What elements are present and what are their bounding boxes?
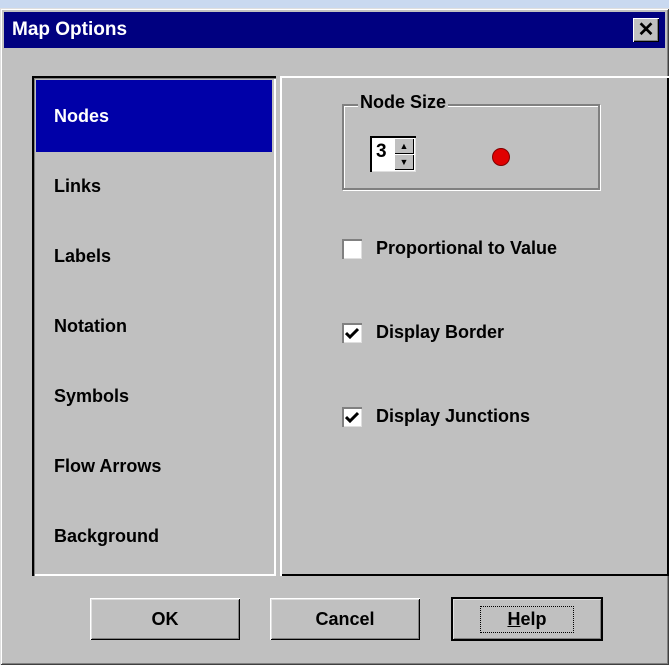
close-icon: ✕ [637, 19, 655, 41]
sidebar-item-background[interactable]: Background [36, 500, 272, 572]
close-button[interactable]: ✕ [633, 18, 659, 42]
help-button-label: elp [520, 608, 547, 629]
display-border-checkbox[interactable] [342, 322, 362, 343]
title-bar: Map Options ✕ [4, 12, 665, 48]
sidebar-item-label: Flow Arrows [54, 455, 162, 476]
help-button[interactable]: Help [451, 597, 603, 641]
nodes-options-panel: Node Size 3 ▲ ▼ Proportional to Value Di… [280, 76, 669, 576]
node-preview-swatch [492, 148, 510, 166]
display-junctions-checkbox[interactable] [342, 406, 362, 427]
dialog-title: Map Options [12, 19, 128, 40]
cancel-button[interactable]: Cancel [270, 598, 420, 640]
help-mnemonic: H [507, 608, 521, 629]
sidebar-item-label: Labels [54, 245, 112, 266]
map-options-dialog: Map Options ✕ Nodes Links Labels Notatio… [0, 8, 669, 665]
background-stripe [0, 0, 669, 8]
display-border-checkbox-row[interactable]: Display Border [342, 322, 504, 343]
ok-button-label: OK [151, 608, 179, 629]
cancel-button-label: Cancel [315, 608, 375, 629]
node-size-legend: Node Size [358, 92, 449, 113]
display-junctions-checkbox-row[interactable]: Display Junctions [342, 406, 530, 427]
sidebar-item-label: Nodes [54, 105, 110, 126]
triangle-down-icon: ▼ [399, 156, 409, 167]
sidebar-item-flow-arrows[interactable]: Flow Arrows [36, 430, 272, 502]
spin-down-button[interactable]: ▼ [394, 154, 414, 170]
node-size-spinner[interactable]: 3 ▲ ▼ [370, 136, 416, 172]
sidebar-item-labels[interactable]: Labels [36, 220, 272, 292]
display-junctions-label: Display Junctions [376, 406, 531, 426]
proportional-checkbox-row[interactable]: Proportional to Value [342, 238, 557, 259]
spinner-arrows: ▲ ▼ [394, 138, 414, 170]
display-border-label: Display Border [376, 322, 505, 342]
help-focus-rect: Help [480, 605, 574, 633]
checkmark-icon [345, 327, 359, 339]
sidebar-item-nodes[interactable]: Nodes [36, 80, 272, 152]
checkmark-icon [345, 411, 359, 423]
sidebar-item-links[interactable]: Links [36, 150, 272, 222]
proportional-checkbox[interactable] [342, 238, 362, 259]
proportional-label: Proportional to Value [376, 238, 558, 258]
ok-button[interactable]: OK [90, 598, 240, 640]
sidebar-item-symbols[interactable]: Symbols [36, 360, 272, 432]
sidebar-item-label: Notation [54, 315, 127, 336]
options-category-list: Nodes Links Labels Notation Symbols Flow… [32, 76, 276, 576]
spin-up-button[interactable]: ▲ [394, 138, 414, 154]
triangle-up-icon: ▲ [399, 140, 409, 151]
sidebar-item-label: Background [54, 525, 160, 546]
node-size-group: Node Size 3 ▲ ▼ [342, 92, 600, 190]
sidebar-item-label: Links [54, 175, 102, 196]
sidebar-item-notation[interactable]: Notation [36, 290, 272, 362]
sidebar-item-label: Symbols [54, 385, 130, 406]
node-size-value[interactable]: 3 [376, 141, 387, 163]
